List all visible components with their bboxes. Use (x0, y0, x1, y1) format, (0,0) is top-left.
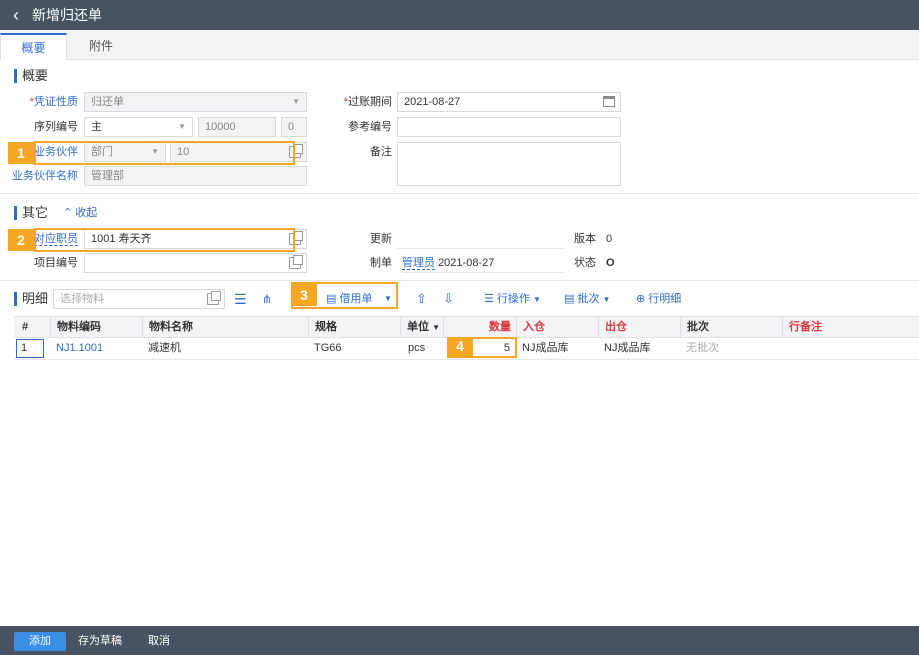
update-value (397, 229, 565, 249)
step-badge-1: 1 (8, 142, 34, 164)
material-name-cell: 减速机 (148, 342, 181, 354)
partner-code-input[interactable]: 10 (170, 142, 307, 162)
unit-cell[interactable]: pcs (408, 338, 425, 359)
lookup-icon[interactable] (289, 144, 303, 158)
quantity-cell[interactable]: 5 (476, 338, 516, 359)
tab-attachments[interactable]: 附件 (67, 33, 135, 60)
other-section-title: 其它 (14, 205, 48, 221)
update-label: 更新 (370, 233, 392, 245)
detail-section-title: 明细 (14, 291, 48, 307)
version-label: 版本 (574, 233, 596, 245)
staff-input[interactable]: 1001 寿天齐 (84, 229, 307, 249)
partner-name-label: 业务伙伴名称 (12, 170, 78, 182)
zoom-in-icon: ⊕ (636, 293, 646, 305)
remark-textarea[interactable] (397, 142, 621, 186)
cancel-button[interactable]: 取消 (136, 632, 182, 651)
tree-view-icon[interactable]: ⋔ (262, 289, 276, 309)
posting-period-input[interactable]: 2021-08-27 (397, 92, 621, 112)
chevron-up-icon: ⌃ (63, 207, 73, 219)
dropdown-arrow-icon: ▼ (432, 323, 440, 332)
lookup-icon[interactable] (207, 291, 221, 305)
col-in-warehouse[interactable]: 入仓 (516, 317, 545, 337)
move-down-icon[interactable]: ⇩ (443, 289, 457, 309)
menu-icon: ☰ (484, 293, 494, 305)
reference-no-label: 参考编号 (348, 121, 392, 133)
footer-bar: 添加 存为草稿 取消 (0, 626, 919, 655)
material-code-cell[interactable]: NJ1.1001 (56, 338, 103, 359)
batch-cell[interactable]: 无批次 (686, 338, 719, 359)
grid-header: # 物料编码 物料名称 规格 单位 ▼ 数量 入仓 出仓 批次 行备注 (14, 316, 919, 338)
lookup-icon[interactable] (289, 255, 303, 269)
spec-cell: TG66 (314, 342, 342, 354)
section-divider (0, 280, 919, 281)
dropdown-arrow-icon: ▼ (178, 122, 186, 131)
lookup-icon[interactable] (289, 231, 303, 245)
serial-label: 序列编号 (34, 121, 78, 133)
list-view-icon[interactable]: ☰ (234, 289, 250, 309)
in-warehouse-cell[interactable]: NJ成品库 (522, 338, 568, 359)
save-draft-button[interactable]: 存为草稿 (74, 632, 126, 651)
dropdown-arrow-icon: ▼ (384, 294, 392, 303)
dropdown-arrow-icon: ▼ (533, 295, 541, 304)
col-material-code[interactable]: 物料编码 (50, 317, 101, 337)
serial-suffix-field: 0 (281, 117, 307, 137)
section-divider (0, 193, 919, 194)
col-out-warehouse[interactable]: 出仓 (598, 317, 627, 337)
add-button[interactable]: 添加 (14, 632, 66, 651)
voucher-type-label: 凭证性质 (10, 92, 78, 112)
reference-no-input[interactable] (397, 117, 621, 137)
project-label: 项目编号 (34, 257, 78, 269)
title-bar: ‹ 新增归还单 (0, 0, 919, 30)
serial-number-field: 10000 (198, 117, 276, 137)
col-material-name[interactable]: 物料名称 (142, 317, 193, 337)
document-icon: ▤ (564, 293, 575, 305)
col-row-note[interactable]: 行备注 (782, 317, 822, 337)
voucher-type-select[interactable]: 归还单 ▼ (84, 92, 307, 112)
col-quantity[interactable]: 数量 (443, 317, 515, 337)
remark-label: 备注 (370, 146, 392, 158)
row-operations-button[interactable]: ☰ 行操作 ▼ (484, 289, 541, 309)
chevron-left-icon[interactable]: ‹ (8, 5, 24, 25)
partner-type-select[interactable]: 部门 ▼ (84, 142, 166, 162)
status-label: 状态 (574, 257, 596, 269)
posting-period-label: 过账期间 (330, 92, 392, 112)
creator-user-link[interactable]: 管理员 (402, 257, 435, 270)
col-unit[interactable]: 单位 ▼ (400, 317, 440, 337)
move-up-icon[interactable]: ⇧ (416, 289, 430, 309)
collapse-button[interactable]: ⌃ 收起 (63, 203, 97, 223)
row-index-cell[interactable]: 1 (16, 339, 44, 358)
row-detail-button[interactable]: ⊕ 行明细 (636, 289, 681, 309)
dropdown-arrow-icon: ▼ (151, 147, 159, 156)
partner-name-field: 管理部 (84, 166, 307, 186)
tab-bar: 概要 附件 (0, 30, 919, 60)
material-search-input[interactable]: 选择物料 (53, 289, 225, 309)
col-batch[interactable]: 批次 (680, 317, 709, 337)
tab-summary[interactable]: 概要 (0, 33, 67, 60)
summary-section-title: 概要 (14, 68, 48, 84)
creator-value: 管理员 2021-08-27 (402, 253, 565, 273)
step-badge-2: 2 (8, 229, 34, 251)
version-value: 0 (606, 233, 613, 245)
serial-select[interactable]: 主 ▼ (84, 117, 193, 137)
page-title: 新增归还单 (32, 7, 102, 23)
step-badge-3: 3 (291, 284, 317, 306)
dropdown-arrow-icon: ▼ (292, 97, 300, 106)
step-badge-4: 4 (447, 337, 473, 356)
status-value: O (606, 257, 615, 269)
out-warehouse-cell[interactable]: NJ成品库 (604, 338, 650, 359)
col-spec[interactable]: 规格 (308, 317, 337, 337)
calendar-icon[interactable] (603, 96, 615, 107)
document-icon: ▤ (326, 293, 337, 305)
col-index: # (22, 321, 29, 333)
creator-label: 制单 (370, 257, 392, 269)
batch-button[interactable]: ▤ 批次 ▼ (564, 289, 610, 309)
dropdown-arrow-icon: ▼ (602, 295, 611, 304)
borrow-order-button[interactable]: ▤ 借用单 ▼ (326, 289, 394, 309)
project-input[interactable] (84, 253, 307, 273)
